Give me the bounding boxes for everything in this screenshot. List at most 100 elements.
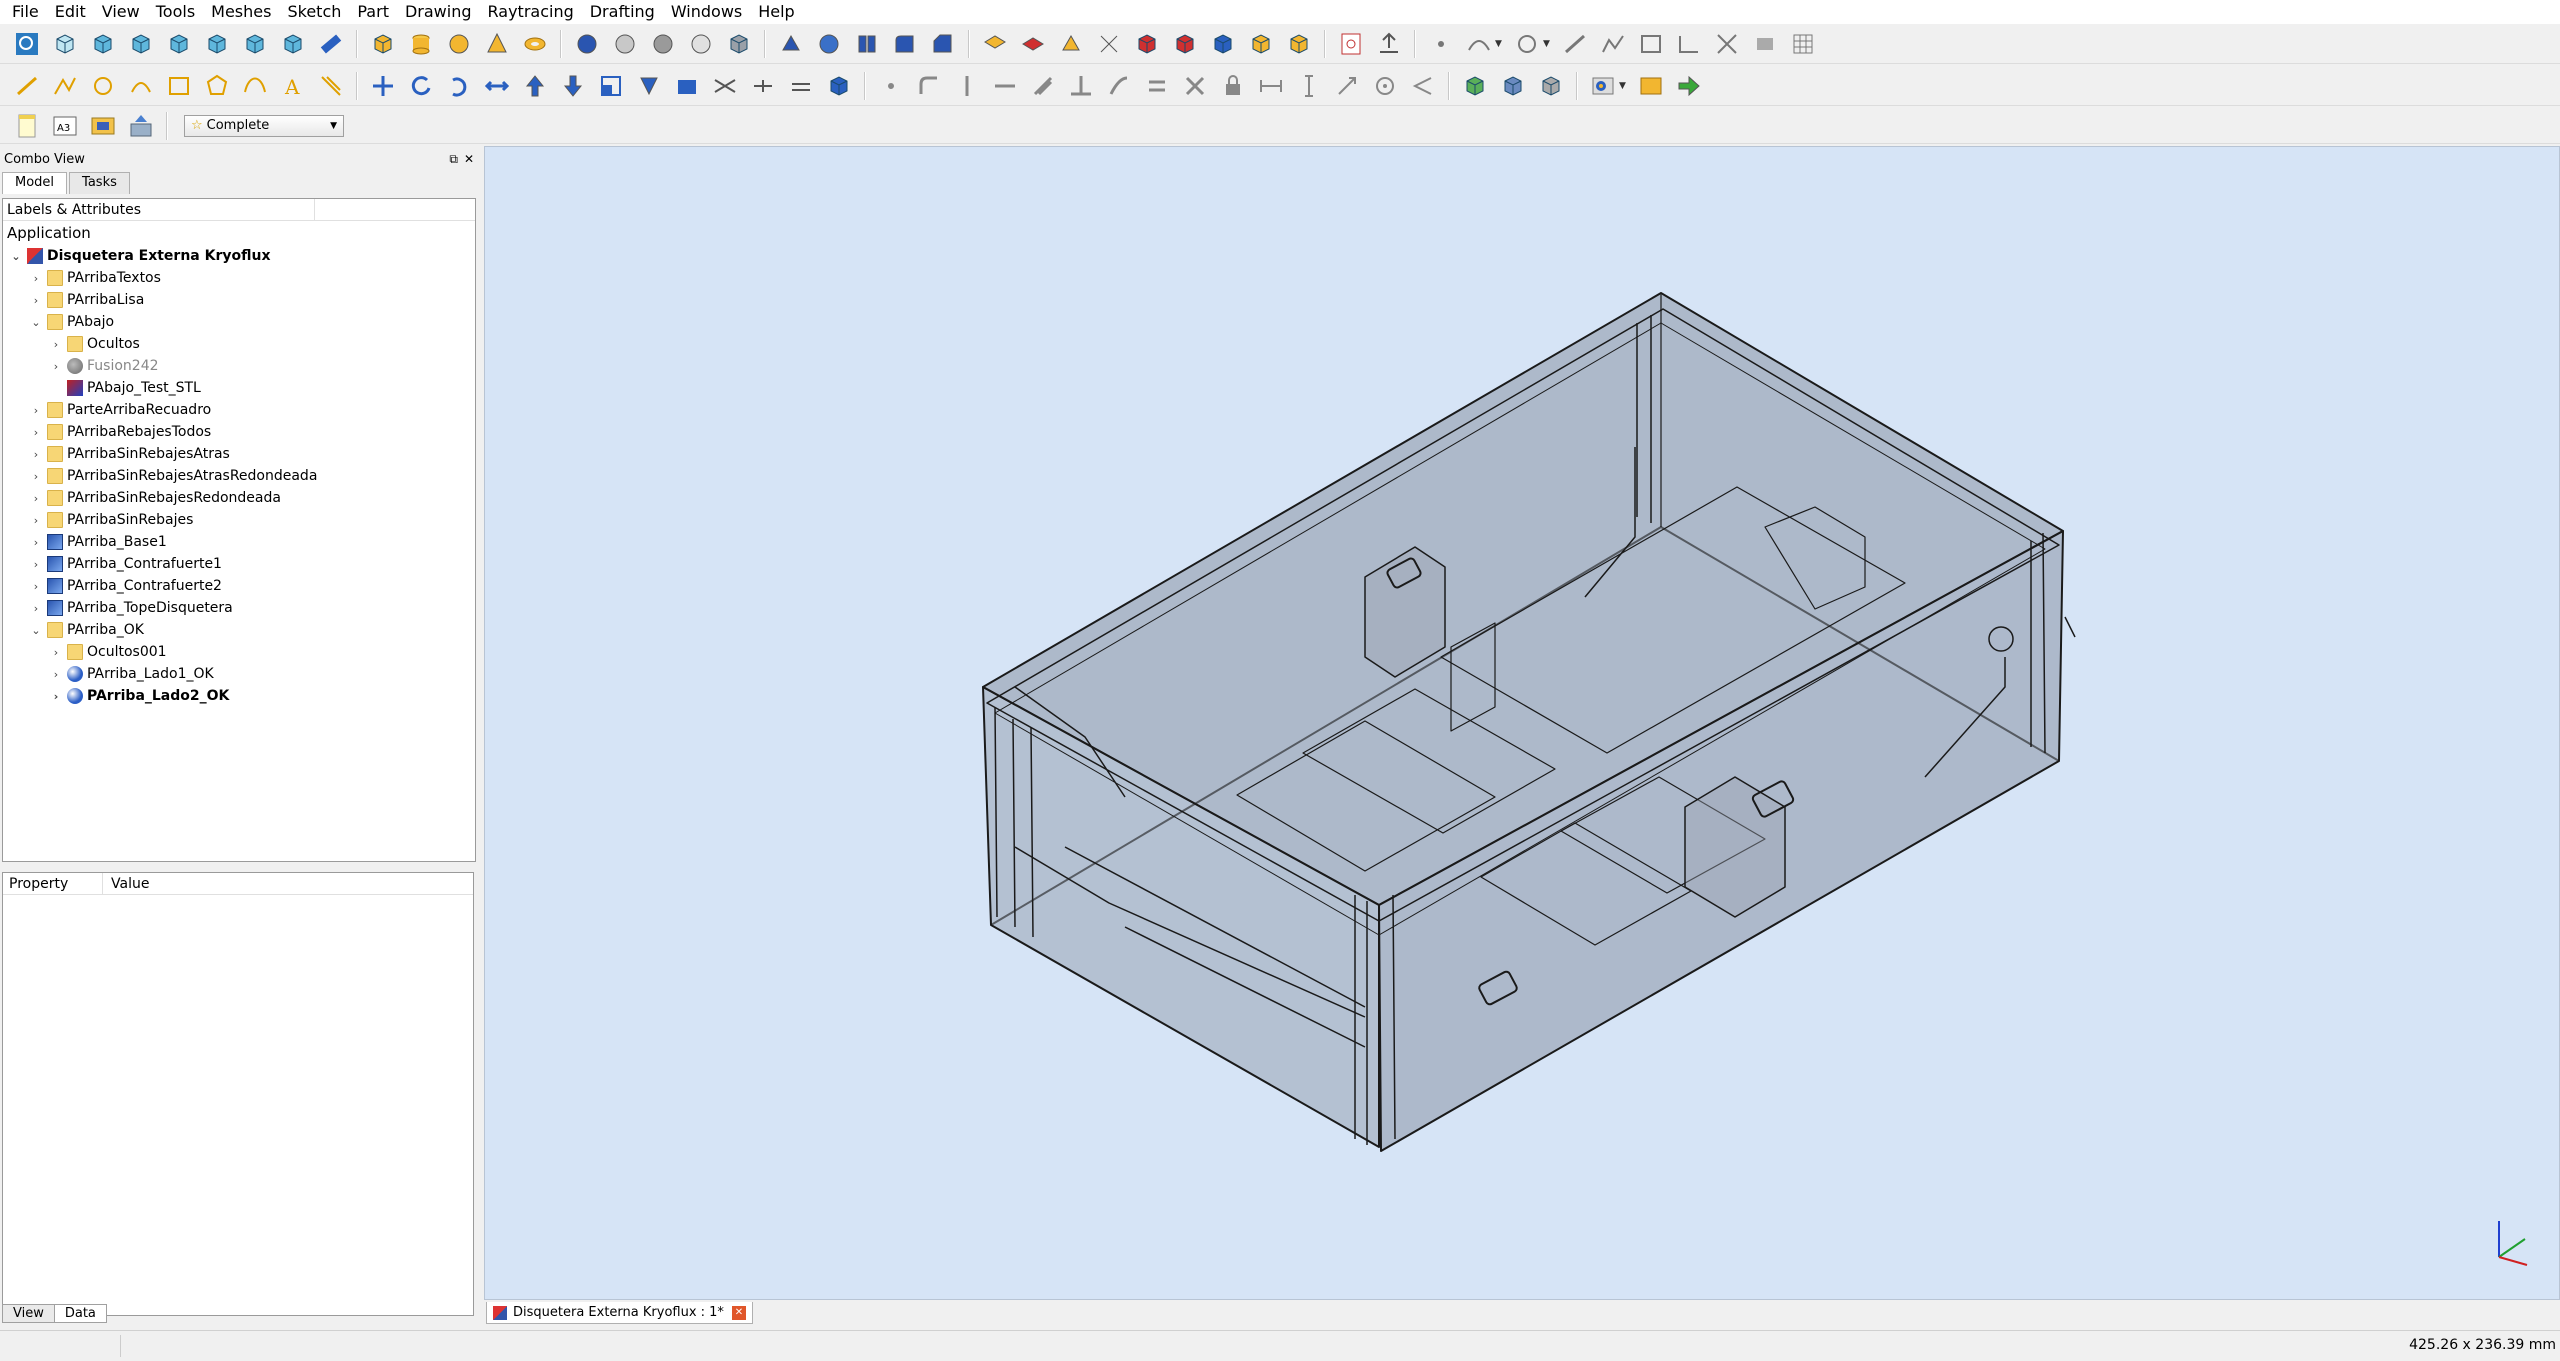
- chevron-down-icon[interactable]: ⌄: [9, 250, 23, 263]
- menu-part[interactable]: Part: [349, 0, 397, 24]
- tree-item[interactable]: › PArriba_Base1: [3, 531, 475, 553]
- export-page-icon[interactable]: [125, 110, 157, 142]
- shell-icon[interactable]: [1131, 28, 1163, 60]
- snap-arc-icon[interactable]: [913, 70, 945, 102]
- render-icon[interactable]: [1587, 70, 1619, 102]
- tab-data[interactable]: Data: [53, 1304, 107, 1323]
- chevron-right-icon[interactable]: ›: [29, 448, 43, 461]
- upgrade-icon[interactable]: [519, 70, 551, 102]
- sphere-icon[interactable]: [443, 28, 475, 60]
- move-icon[interactable]: [367, 70, 399, 102]
- tree-item[interactable]: ⌄ PAbajo: [3, 311, 475, 333]
- snap-diagonal-icon[interactable]: [1027, 70, 1059, 102]
- snap-dimension-icon[interactable]: [1293, 70, 1325, 102]
- dim-style-icon[interactable]: [1535, 70, 1567, 102]
- polyline-icon[interactable]: [1597, 28, 1629, 60]
- chevron-right-icon[interactable]: ›: [29, 514, 43, 527]
- menu-edit[interactable]: Edit: [47, 0, 94, 24]
- scale-icon[interactable]: [595, 70, 627, 102]
- chevron-down-icon[interactable]: ▼: [1619, 81, 1629, 91]
- raytrace-project-icon[interactable]: [1635, 70, 1667, 102]
- tree-item[interactable]: PAbajo_Test_STL: [3, 377, 475, 399]
- tree-item[interactable]: ⌄ PArriba_OK: [3, 619, 475, 641]
- compound-icon[interactable]: [1283, 28, 1315, 60]
- tree-item[interactable]: ⌄ Disquetera Externa Kryoflux: [3, 245, 475, 267]
- snap-parallel-icon[interactable]: [1141, 70, 1173, 102]
- circle-icon[interactable]: [1511, 28, 1543, 60]
- close-panel-icon[interactable]: ✕: [464, 152, 474, 167]
- clone-icon[interactable]: [747, 70, 779, 102]
- sketch-circle-icon[interactable]: [87, 70, 119, 102]
- axonometric-icon[interactable]: [49, 28, 81, 60]
- float-panel-icon[interactable]: ⧉: [449, 152, 458, 167]
- sketch-polyline-icon[interactable]: [49, 70, 81, 102]
- snap-tangent-icon[interactable]: [1103, 70, 1135, 102]
- tab-tasks[interactable]: Tasks: [69, 172, 130, 194]
- menu-help[interactable]: Help: [750, 0, 802, 24]
- close-icon[interactable]: ✕: [731, 1305, 746, 1320]
- chevron-down-icon[interactable]: ⌄: [29, 624, 43, 637]
- loft-icon[interactable]: [1207, 28, 1239, 60]
- a3-page-icon[interactable]: A3: [49, 110, 81, 142]
- tab-model[interactable]: Model: [2, 172, 68, 194]
- section-icon[interactable]: [979, 28, 1011, 60]
- dimension-icon[interactable]: [1673, 28, 1705, 60]
- tree-item[interactable]: › Ocultos: [3, 333, 475, 355]
- export-arrow-icon[interactable]: [1673, 70, 1705, 102]
- snap-vertical-icon[interactable]: [951, 70, 983, 102]
- chevron-right-icon[interactable]: ›: [29, 580, 43, 593]
- snap-horizontal-icon[interactable]: [989, 70, 1021, 102]
- annotation-icon[interactable]: [1459, 70, 1491, 102]
- chevron-right-icon[interactable]: ›: [29, 470, 43, 483]
- offset-icon[interactable]: [1055, 28, 1087, 60]
- insert-view-icon[interactable]: [87, 110, 119, 142]
- chevron-down-icon[interactable]: ▼: [1543, 39, 1553, 49]
- snap-distance-icon[interactable]: [1255, 70, 1287, 102]
- tree-item[interactable]: › PArriba_Lado2_OK: [3, 685, 475, 707]
- chevron-right-icon[interactable]: ›: [49, 338, 63, 351]
- rotate-icon[interactable]: [405, 70, 437, 102]
- chevron-right-icon[interactable]: ›: [29, 404, 43, 417]
- menu-file[interactable]: File: [4, 0, 47, 24]
- tab-view[interactable]: View: [2, 1304, 55, 1323]
- text-icon[interactable]: A: [277, 70, 309, 102]
- tree-item[interactable]: › PArribaLisa: [3, 289, 475, 311]
- shape-builder-icon[interactable]: [723, 28, 755, 60]
- tree-item[interactable]: › PArriba_TopeDisquetera: [3, 597, 475, 619]
- line-icon[interactable]: [1559, 28, 1591, 60]
- snap-extension-icon[interactable]: [1331, 70, 1363, 102]
- chevron-right-icon[interactable]: ›: [29, 602, 43, 615]
- tree-item[interactable]: › PArribaSinRebajesAtrasRedondeada: [3, 465, 475, 487]
- tree-item[interactable]: › PArriba_Lado1_OK: [3, 663, 475, 685]
- pdf-export-icon[interactable]: [1335, 28, 1367, 60]
- menu-drawing[interactable]: Drawing: [397, 0, 480, 24]
- point-array-icon[interactable]: [785, 70, 817, 102]
- snap-center-icon[interactable]: [1369, 70, 1401, 102]
- chevron-right-icon[interactable]: ›: [29, 426, 43, 439]
- chevron-right-icon[interactable]: ›: [49, 690, 63, 703]
- rear-view-icon[interactable]: [201, 28, 233, 60]
- thickness-icon[interactable]: [1093, 28, 1125, 60]
- fillet-icon[interactable]: [889, 28, 921, 60]
- cylinder-icon[interactable]: [405, 28, 437, 60]
- chevron-right-icon[interactable]: ›: [49, 360, 63, 373]
- tree-item[interactable]: › Ocultos001: [3, 641, 475, 663]
- snap-endpoint-icon[interactable]: [875, 70, 907, 102]
- sketch-line-icon[interactable]: [11, 70, 43, 102]
- snap-angle-icon[interactable]: [1407, 70, 1439, 102]
- tree-item[interactable]: › PArriba_Contrafuerte1: [3, 553, 475, 575]
- workbench-selector[interactable]: ☆ Complete ▼: [184, 114, 344, 137]
- menu-raytracing[interactable]: Raytracing: [480, 0, 582, 24]
- sketch-polygon-icon[interactable]: [201, 70, 233, 102]
- slice-icon[interactable]: [1017, 28, 1049, 60]
- common-icon[interactable]: [685, 28, 717, 60]
- menu-meshes[interactable]: Meshes: [203, 0, 279, 24]
- chevron-right-icon[interactable]: ›: [29, 272, 43, 285]
- extrude-icon[interactable]: [775, 28, 807, 60]
- chevron-right-icon[interactable]: ›: [29, 492, 43, 505]
- fit-all-icon[interactable]: [11, 28, 43, 60]
- downgrade-icon[interactable]: [557, 70, 589, 102]
- tree-item[interactable]: › PArribaSinRebajes: [3, 509, 475, 531]
- mirror-icon[interactable]: [851, 28, 883, 60]
- box-icon[interactable]: [367, 28, 399, 60]
